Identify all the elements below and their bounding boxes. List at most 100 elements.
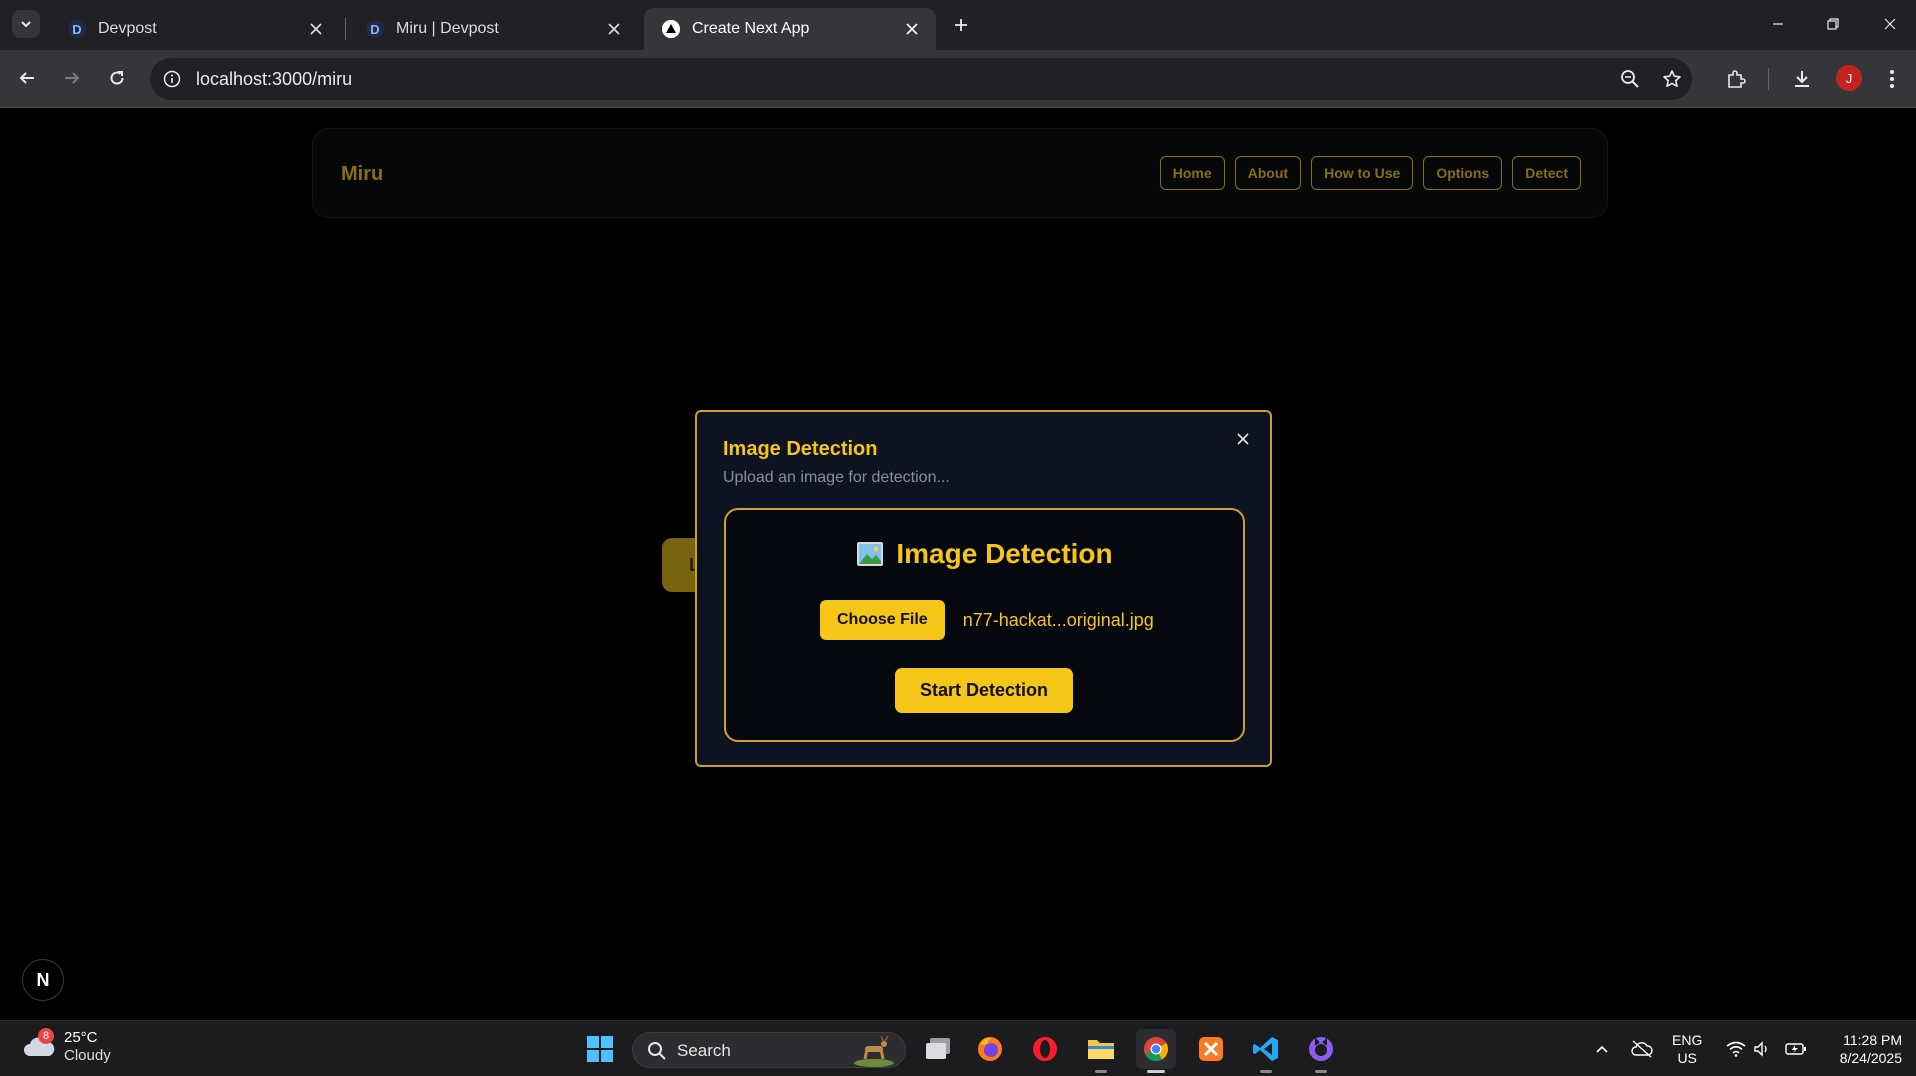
extensions-button[interactable] [1720, 63, 1752, 95]
tab-title: Devpost [98, 20, 157, 37]
windows-logo-icon [587, 1036, 613, 1062]
browser-toolbar: localhost:3000/miru J [0, 50, 1916, 108]
firefox-icon [978, 1037, 1002, 1061]
taskbar-search-label: Search [677, 1041, 731, 1060]
choose-file-button[interactable]: Choose File [820, 600, 945, 640]
profile-avatar[interactable]: J [1836, 65, 1862, 91]
minimize-button[interactable] [1756, 8, 1800, 40]
puzzle-icon [1728, 70, 1746, 88]
folder-icon [1088, 1040, 1114, 1059]
tab-title: Miru | Devpost [396, 20, 499, 37]
browser-menu-button[interactable] [1876, 63, 1908, 95]
cloud-offline-icon [1631, 1040, 1653, 1058]
running-indicator [1315, 1070, 1327, 1073]
start-detection-button[interactable]: Start Detection [895, 668, 1073, 713]
tab-miru-devpost[interactable]: D Miru | Devpost [348, 8, 638, 50]
file-explorer-app[interactable] [1081, 1029, 1121, 1073]
plus-icon [955, 19, 967, 31]
battery-charging-icon [1785, 1043, 1806, 1055]
volume-tray[interactable] [1748, 1035, 1776, 1063]
framed-picture-icon [857, 542, 884, 566]
reload-button[interactable] [100, 61, 134, 95]
devpost-favicon-icon: D [366, 20, 384, 38]
xampp-app[interactable] [1191, 1029, 1231, 1069]
zoom-icon[interactable] [1618, 67, 1642, 91]
close-icon [1884, 18, 1896, 30]
firefox-app[interactable] [970, 1029, 1010, 1069]
tab-search-button[interactable] [12, 10, 40, 38]
close-icon [1237, 433, 1249, 445]
taskbar-search[interactable]: Search [632, 1032, 906, 1068]
search-icon [648, 1042, 666, 1060]
brand-logo[interactable]: Miru [341, 163, 383, 186]
minimize-icon [1773, 23, 1783, 25]
nav-detect-button[interactable]: Detect [1512, 156, 1581, 190]
next-logo-letter: N [36, 969, 50, 990]
weather-condition: Cloudy [64, 1047, 111, 1064]
cloud-icon: 8 [22, 1028, 56, 1062]
chevron-up-icon [1596, 1045, 1608, 1053]
tab-close-button[interactable] [604, 19, 624, 39]
tab-devpost[interactable]: D Devpost [50, 8, 340, 50]
github-icon [1309, 1037, 1333, 1061]
nextjs-dev-indicator[interactable]: N [22, 959, 64, 1001]
vscode-app[interactable] [1246, 1029, 1286, 1073]
devpost-favicon-icon: D [68, 20, 86, 38]
site-info-icon[interactable] [160, 67, 184, 91]
github-desktop-app[interactable] [1301, 1029, 1341, 1073]
tab-separator [345, 18, 346, 40]
show-hidden-icons-button[interactable] [1588, 1035, 1616, 1063]
nav-home-button[interactable]: Home [1159, 156, 1225, 190]
tab-close-button[interactable] [902, 19, 922, 39]
image-detection-modal: Image Detection Upload an image for dete… [695, 410, 1272, 767]
system-clock[interactable]: 11:28 PM 8/24/2025 [1822, 1031, 1902, 1067]
bookmark-star-icon[interactable] [1660, 67, 1684, 91]
wifi-tray[interactable] [1722, 1035, 1750, 1063]
window-close-button[interactable] [1868, 8, 1912, 40]
windows-taskbar: 8 25°C Cloudy Search ENG US 11:28 PM 8/2… [0, 1020, 1916, 1076]
deer-illustration-icon [854, 1035, 894, 1067]
restore-icon [1827, 18, 1839, 30]
address-bar[interactable]: localhost:3000/miru [150, 58, 1692, 100]
tab-strip: D Devpost D Miru | Devpost Create Next A… [0, 0, 1916, 50]
tab-close-button[interactable] [306, 19, 326, 39]
site-navbar: Miru Home About How to Use Options Detec… [312, 128, 1608, 218]
nav-options-button[interactable]: Options [1423, 156, 1503, 190]
panel-heading-text: Image Detection [896, 538, 1113, 569]
restore-button[interactable] [1811, 8, 1855, 40]
forward-button[interactable] [55, 61, 89, 95]
task-view-button[interactable] [918, 1029, 958, 1069]
modal-title: Image Detection [723, 438, 878, 460]
modal-close-button[interactable] [1232, 428, 1254, 450]
downloads-button[interactable] [1786, 63, 1818, 95]
running-indicator [1095, 1070, 1107, 1073]
start-button[interactable] [580, 1029, 620, 1069]
tab-create-next-app[interactable]: Create Next App [644, 8, 936, 50]
back-button[interactable] [10, 61, 44, 95]
opera-app[interactable] [1025, 1029, 1065, 1069]
vscode-icon [1253, 1037, 1278, 1061]
next-triangle-icon [662, 20, 680, 38]
weather-badge: 8 [38, 1028, 54, 1044]
nav-how-to-use-button[interactable]: How to Use [1311, 156, 1414, 190]
modal-subtitle: Upload an image for detection... [723, 469, 950, 486]
selected-file-name: n77-hackat...original.jpg [962, 609, 1154, 630]
battery-tray[interactable] [1782, 1035, 1810, 1063]
chrome-app[interactable] [1136, 1029, 1176, 1073]
onedrive-tray[interactable] [1628, 1035, 1656, 1063]
language-indicator[interactable]: ENG US [1672, 1031, 1702, 1067]
weather-widget[interactable]: 8 25°C Cloudy [22, 1028, 111, 1065]
wifi-icon [1726, 1041, 1746, 1057]
close-icon [906, 23, 918, 35]
task-view-icon [926, 1038, 950, 1059]
region-code: US [1677, 1050, 1697, 1066]
close-icon [608, 23, 620, 35]
clock-time: 11:28 PM [1843, 1032, 1902, 1048]
nav-about-button[interactable]: About [1234, 156, 1302, 190]
new-tab-button[interactable] [948, 12, 974, 38]
language-code: ENG [1672, 1032, 1703, 1048]
upload-panel: Image Detection Choose File n77-hackat..… [724, 508, 1245, 742]
xampp-icon [1199, 1037, 1223, 1061]
kebab-menu-icon [1890, 70, 1894, 88]
weather-temp: 25°C [64, 1029, 98, 1046]
